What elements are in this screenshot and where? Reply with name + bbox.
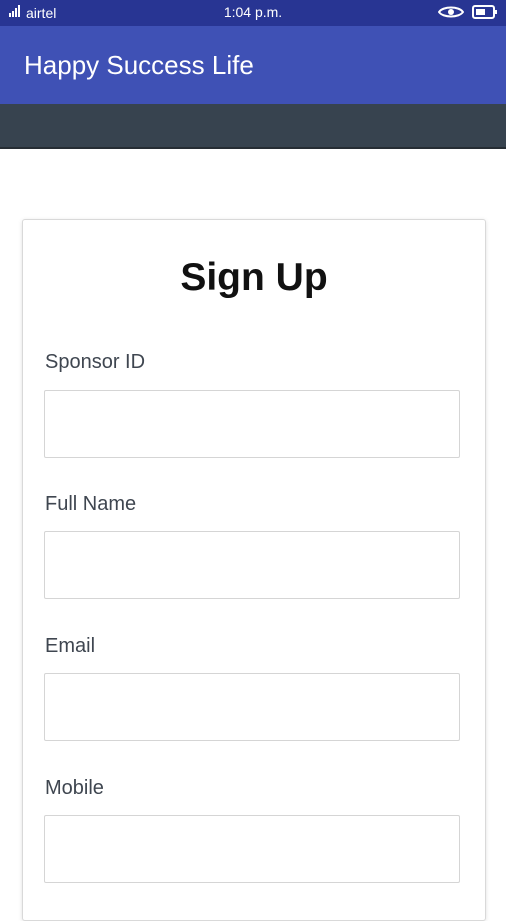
mobile-label: Mobile [45, 777, 104, 799]
battery-icon [472, 5, 498, 22]
status-bar: airtel 1:04 p.m. [0, 0, 506, 26]
app-bar: Happy Success Life [0, 26, 506, 104]
sponsor-id-label: Sponsor ID [45, 351, 146, 373]
signup-card: Sign Up Sponsor ID Full Name Email Mobil… [22, 219, 486, 921]
sponsor-id-input[interactable] [44, 390, 460, 458]
email-input[interactable] [44, 673, 460, 741]
signup-title: Sign Up [180, 256, 328, 299]
status-time: 1:04 p.m. [223, 4, 283, 20]
app-title: Happy Success Life [24, 50, 254, 80]
web-header-bar [0, 104, 506, 149]
full-name-input[interactable] [44, 531, 460, 599]
mobile-input[interactable] [44, 815, 460, 883]
full-name-label: Full Name [45, 493, 137, 515]
email-label: Email [45, 635, 96, 657]
eye-icon [437, 5, 465, 22]
status-right [437, 5, 498, 22]
